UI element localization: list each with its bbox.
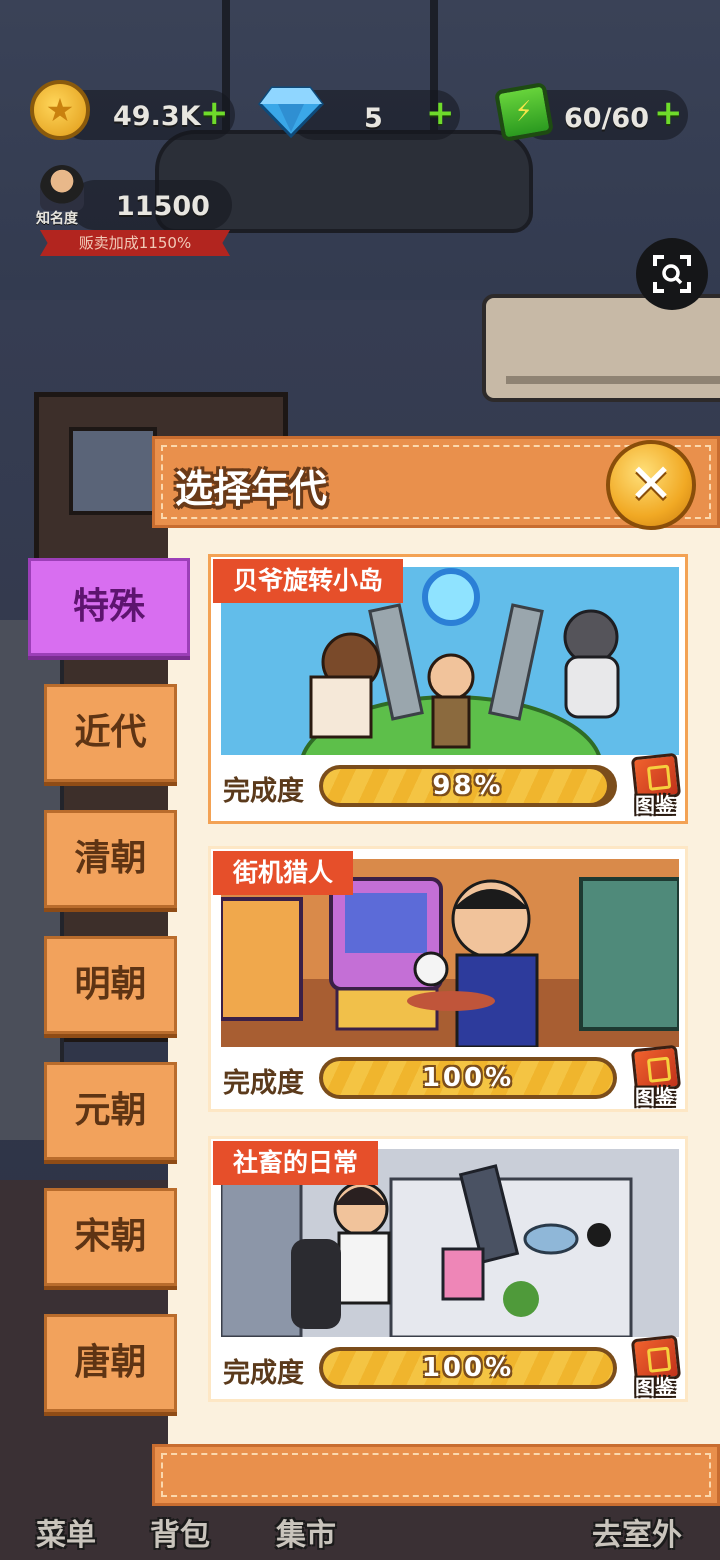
- collection-book-button[interactable]: 图鉴: [629, 1044, 682, 1109]
- level-card-office[interactable]: 社畜的日常 完成度 100% 图鉴: [208, 1136, 688, 1402]
- gem-count: 5: [364, 103, 383, 134]
- fame-value: 11500: [116, 191, 210, 222]
- completion-percent: 98%: [432, 771, 504, 801]
- sell-bonus-banner: 贩卖加成1150%: [40, 230, 230, 256]
- era-tab-tang[interactable]: 唐朝: [44, 1314, 177, 1412]
- book-label: 图鉴: [635, 1375, 675, 1399]
- era-tab-song[interactable]: 宋朝: [44, 1188, 177, 1286]
- book-label: 图鉴: [635, 1085, 675, 1109]
- fame-label: 知名度: [36, 211, 78, 227]
- diamond-icon: [258, 86, 324, 138]
- nav-market[interactable]: 集市: [276, 1510, 336, 1554]
- sell-bonus-text: 贩卖加成1150%: [78, 234, 192, 252]
- completion-percent: 100%: [421, 1063, 515, 1093]
- close-button[interactable]: [606, 440, 696, 530]
- add-gems-button[interactable]: +: [426, 88, 455, 138]
- dialog-bottom-bar: [152, 1444, 720, 1506]
- era-tab-qing[interactable]: 清朝: [44, 810, 177, 908]
- door-window: [69, 427, 157, 515]
- nav-outdoor[interactable]: 去室外: [592, 1510, 682, 1554]
- completion-label: 完成度: [223, 776, 304, 807]
- collection-book-button[interactable]: 图鉴: [629, 1334, 682, 1399]
- era-tab-yuan[interactable]: 元朝: [44, 1062, 177, 1160]
- screen-search-button[interactable]: [636, 238, 708, 310]
- collection-book-button[interactable]: 图鉴: [629, 752, 682, 817]
- coin-count: 49.3K: [113, 101, 201, 132]
- completion-label: 完成度: [223, 1068, 304, 1099]
- add-coins-button[interactable]: +: [200, 88, 229, 138]
- level-name-tag: 社畜的日常: [213, 1141, 379, 1185]
- era-tab-special[interactable]: 特殊: [28, 558, 190, 656]
- battery-icon: [493, 81, 555, 143]
- level-name-tag: 贝爷旋转小岛: [213, 559, 404, 603]
- nav-bag[interactable]: 背包: [150, 1510, 210, 1554]
- completion-percent: 100%: [421, 1353, 515, 1383]
- era-tab-modern[interactable]: 近代: [44, 684, 177, 782]
- era-tab-ming[interactable]: 明朝: [44, 936, 177, 1034]
- nav-menu[interactable]: 菜单: [36, 1510, 96, 1554]
- fame-avatar: [40, 165, 84, 211]
- level-card-arcade[interactable]: 街机猎人 完成度 100% 图鉴: [208, 846, 688, 1112]
- add-energy-button[interactable]: +: [654, 88, 683, 138]
- coin-icon: [30, 80, 90, 140]
- air-conditioner: [482, 294, 720, 402]
- completion-label: 完成度: [223, 1358, 304, 1389]
- level-name-tag: 街机猎人: [213, 851, 354, 895]
- dialog-title: 选择年代: [175, 467, 328, 511]
- level-card-island[interactable]: 贝爷旋转小岛 完成度 98% 图鉴: [208, 554, 688, 824]
- book-label: 图鉴: [635, 793, 675, 817]
- energy-count: 60/60: [564, 103, 650, 134]
- scan-search-icon: [653, 255, 691, 293]
